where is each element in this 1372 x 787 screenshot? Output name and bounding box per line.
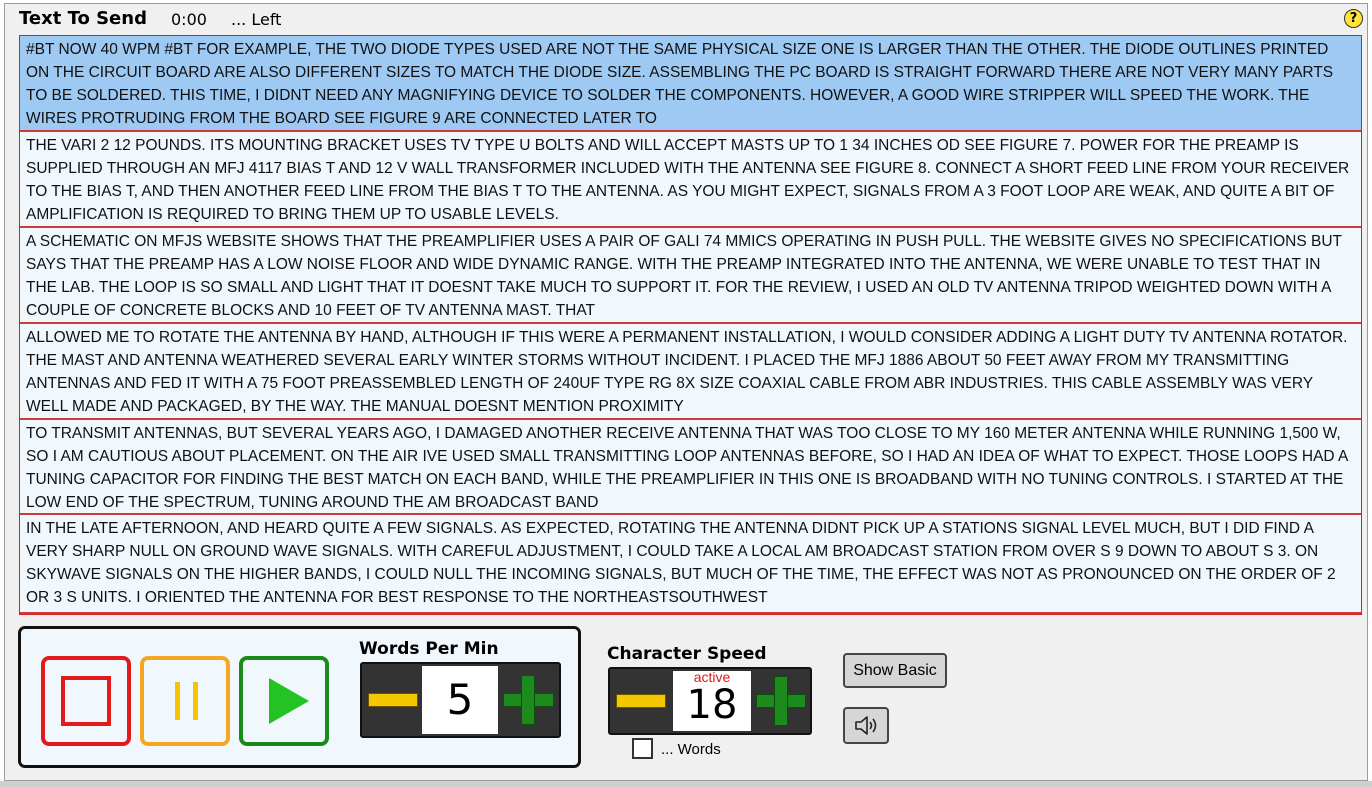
elapsed-time: 0:00 xyxy=(171,10,207,29)
stop-icon xyxy=(61,676,111,726)
window-bottom-edge xyxy=(0,781,1372,787)
character-speed-spinner: 18 active xyxy=(608,667,812,735)
stop-button[interactable] xyxy=(41,656,131,746)
words-checkbox[interactable] xyxy=(632,738,653,759)
app-window: Text To Send 0:00 ... Left ? #BT NOW 40 … xyxy=(4,3,1368,781)
text-chunk[interactable]: TO TRANSMIT ANTENNAS, BUT SEVERAL YEARS … xyxy=(20,420,1361,515)
pause-button[interactable] xyxy=(140,656,230,746)
sound-button[interactable] xyxy=(843,707,889,744)
char-speed-decrease-button[interactable] xyxy=(616,694,666,708)
text-chunk[interactable]: #BT NOW 40 WPM #BT FOR EXAMPLE, THE TWO … xyxy=(20,36,1361,132)
play-button[interactable] xyxy=(239,656,329,746)
speaker-icon xyxy=(855,716,877,735)
text-chunk[interactable]: ALLOWED ME TO ROTATE THE ANTENNA BY HAND… xyxy=(20,324,1361,420)
character-speed-label: Character Speed xyxy=(607,644,767,664)
page-title: Text To Send xyxy=(19,8,147,29)
play-icon xyxy=(269,678,309,724)
text-chunk[interactable]: A SCHEMATIC ON MFJS WEBSITE SHOWS THAT T… xyxy=(20,228,1361,324)
wpm-label: Words Per Min xyxy=(359,639,499,659)
wpm-spinner: 5 xyxy=(360,662,561,738)
char-speed-status: active xyxy=(693,669,731,685)
help-icon[interactable]: ? xyxy=(1344,9,1363,28)
text-chunk[interactable]: IN THE LATE AFTERNOON, AND HEARD QUITE A… xyxy=(20,515,1361,614)
show-basic-button[interactable]: Show Basic xyxy=(843,653,947,688)
text-chunk[interactable]: THE VARI 2 12 POUNDS. ITS MOUNTING BRACK… xyxy=(20,132,1361,228)
wpm-decrease-button[interactable] xyxy=(368,693,418,707)
text-to-send-list[interactable]: #BT NOW 40 WPM #BT FOR EXAMPLE, THE TWO … xyxy=(19,35,1362,615)
remaining-time: ... Left xyxy=(231,10,282,29)
playback-controls: Words Per Min 5 xyxy=(18,626,581,768)
wpm-value: 5 xyxy=(422,666,498,734)
words-checkbox-label: ... Words xyxy=(661,741,721,758)
